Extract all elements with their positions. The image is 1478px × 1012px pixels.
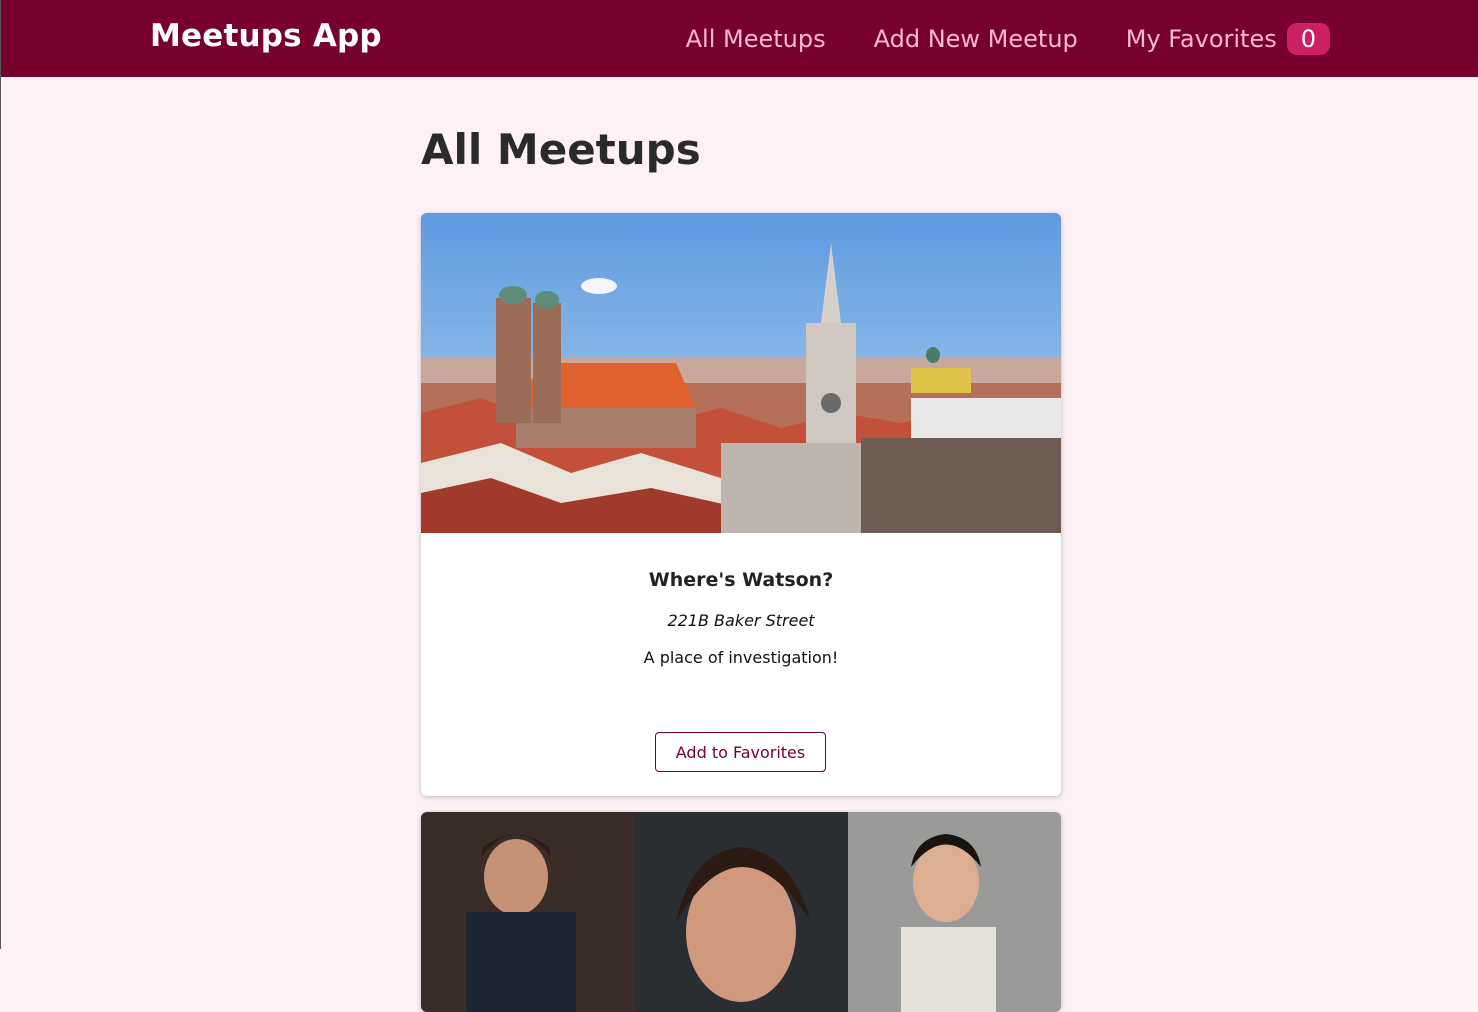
meetup-card: Where's Watson? 221B Baker Street A plac… [421,213,1061,796]
nav-all-meetups[interactable]: All Meetups [686,25,826,53]
meetup-content: Where's Watson? 221B Baker Street A plac… [421,533,1061,667]
nav-add-meetup[interactable]: Add New Meetup [874,25,1078,53]
add-to-favorites-button[interactable]: Add to Favorites [655,732,826,772]
nav-my-favorites[interactable]: My Favorites 0 [1125,22,1330,55]
app-logo: Meetups App [150,18,382,54]
favorites-count-badge: 0 [1286,22,1330,55]
meetup-card [421,812,1061,1012]
main-section: All Meetups [421,125,1061,174]
meetup-title: Where's Watson? [648,569,834,591]
main-header: Meetups App All Meetups Add New Meetup M… [1,0,1478,77]
page-title: All Meetups [421,125,701,174]
nav-my-favorites-label: My Favorites [1125,24,1277,53]
main-navigation: All Meetups Add New Meetup My Favorites … [638,0,1330,77]
meetup-image [421,213,1061,533]
meetup-image [421,812,1061,1012]
meetup-description: A place of investigation! [643,648,839,667]
meetup-address: 221B Baker Street [667,611,815,630]
